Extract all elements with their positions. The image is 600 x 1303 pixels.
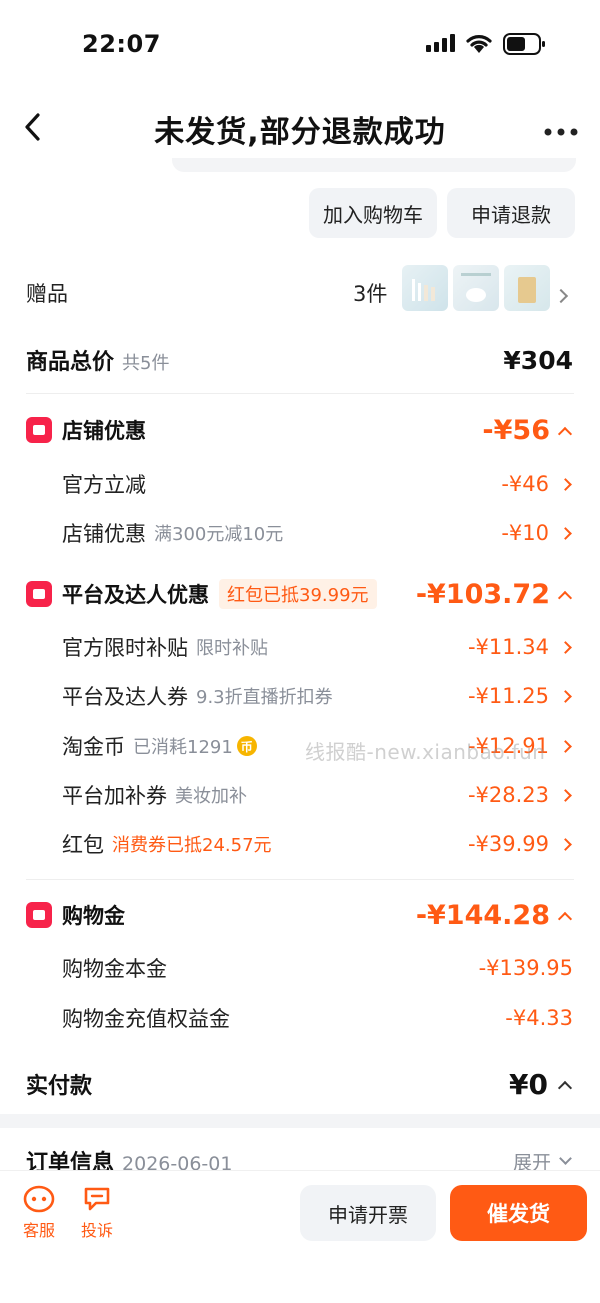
shop-discount-title: 店铺优惠 bbox=[62, 419, 146, 443]
item-amount: -¥46 bbox=[501, 472, 549, 496]
page-title: 未发货,部分退款成功 bbox=[154, 115, 446, 150]
item-label: 官方限时补贴 bbox=[62, 636, 188, 660]
item-label: 红包 bbox=[62, 833, 104, 857]
total-amount: ¥304 bbox=[503, 345, 573, 375]
bottom-bar: 客服 投诉 申请开票 催发货 bbox=[0, 1170, 600, 1303]
shopping-money-title: 购物金 bbox=[62, 904, 125, 928]
platform-icon bbox=[26, 581, 52, 607]
item-amount: -¥28.23 bbox=[467, 783, 549, 807]
chevron-right-icon bbox=[559, 689, 572, 703]
coin-icon: 币 bbox=[236, 736, 257, 756]
item-amount: -¥39.99 bbox=[467, 832, 549, 856]
shopping-money-amount: -¥144.28 bbox=[415, 899, 550, 931]
item-label: 购物金充值权益金 bbox=[62, 1007, 230, 1031]
shopping-money-header[interactable]: 购物金 -¥144.28 bbox=[0, 897, 600, 933]
platform-discount-header[interactable]: 平台及达人优惠 红包已抵39.99元 -¥103.72 bbox=[0, 576, 600, 612]
shop-icon bbox=[26, 417, 52, 443]
gift-image-2[interactable] bbox=[453, 265, 499, 311]
gift-chevron-icon[interactable] bbox=[553, 286, 569, 305]
total-label: 商品总价 bbox=[26, 350, 115, 375]
item-sub: 已消耗1291 bbox=[133, 737, 233, 758]
item-sub: 美妆加补 bbox=[175, 786, 247, 807]
item-amount: -¥139.95 bbox=[478, 956, 573, 980]
item-label: 平台及达人券 bbox=[62, 685, 188, 709]
item-amount: -¥4.33 bbox=[505, 1006, 573, 1030]
shopping-bag-icon bbox=[26, 902, 52, 928]
apply-refund-button[interactable]: 申请退款 bbox=[447, 188, 575, 238]
collapse-icon[interactable] bbox=[557, 426, 573, 442]
wifi-icon bbox=[465, 32, 493, 58]
signal-icon bbox=[426, 34, 456, 52]
paid-row[interactable]: 实付款 ¥0 bbox=[0, 1064, 600, 1104]
item-amount: -¥10 bbox=[501, 521, 549, 545]
service-icon bbox=[22, 1183, 56, 1213]
discount-row[interactable]: 平台及达人券 9.3折直播折扣券 -¥11.25 bbox=[0, 681, 600, 711]
discount-row[interactable]: 官方立减 -¥46 bbox=[0, 469, 600, 499]
battery-icon bbox=[503, 33, 545, 59]
item-sub: 消费券已抵24.57元 bbox=[112, 835, 272, 856]
money-row: 购物金本金 -¥139.95 bbox=[0, 953, 600, 983]
shop-discount-amount: -¥56 bbox=[482, 414, 550, 446]
more-icon[interactable] bbox=[544, 122, 578, 141]
collapse-icon[interactable] bbox=[557, 590, 573, 606]
apply-invoice-button[interactable]: 申请开票 bbox=[300, 1185, 436, 1241]
chevron-right-icon bbox=[559, 477, 572, 491]
item-label: 店铺优惠 bbox=[62, 522, 146, 546]
item-amount: -¥11.34 bbox=[467, 635, 549, 659]
item-label: 平台加补券 bbox=[62, 784, 167, 808]
platform-discount-title: 平台及达人优惠 bbox=[62, 583, 209, 607]
gift-label: 赠品 bbox=[26, 282, 68, 306]
card-edge bbox=[172, 158, 576, 172]
gift-image-1[interactable] bbox=[402, 265, 448, 311]
watermark: 线报酷-new.xianbao.fun bbox=[305, 740, 546, 764]
chevron-down-icon[interactable] bbox=[559, 1151, 572, 1165]
red-packet-tag: 红包已抵39.99元 bbox=[219, 579, 377, 609]
divider bbox=[26, 393, 574, 394]
divider bbox=[26, 879, 574, 880]
item-sub: 9.3折直播折扣券 bbox=[196, 687, 333, 708]
discount-row[interactable]: 官方限时补贴 限时补贴 -¥11.34 bbox=[0, 632, 600, 662]
add-to-cart-button[interactable]: 加入购物车 bbox=[309, 188, 437, 238]
chevron-right-icon bbox=[559, 837, 572, 851]
item-amount: -¥11.25 bbox=[467, 684, 549, 708]
chevron-right-icon bbox=[559, 640, 572, 654]
chevron-right-icon bbox=[559, 526, 572, 540]
item-label: 购物金本金 bbox=[62, 957, 167, 981]
chevron-right-icon bbox=[559, 788, 572, 802]
collapse-icon[interactable] bbox=[557, 1080, 573, 1096]
section-gap bbox=[0, 1114, 600, 1128]
status-bar: 22:07 bbox=[0, 0, 600, 90]
platform-discount-amount: -¥103.72 bbox=[415, 578, 550, 610]
service-label: 客服 bbox=[22, 1221, 55, 1240]
item-sub: 满300元减10元 bbox=[154, 524, 284, 545]
paid-amount: ¥0 bbox=[509, 1067, 548, 1101]
urge-shipping-button[interactable]: 催发货 bbox=[450, 1185, 587, 1241]
total-sub: 共5件 bbox=[122, 353, 170, 374]
gift-count: 3件 bbox=[353, 282, 388, 306]
item-label: 淘金币 bbox=[62, 735, 125, 759]
discount-row[interactable]: 店铺优惠 满300元减10元 -¥10 bbox=[0, 518, 600, 548]
discount-row[interactable]: 平台加补券 美妆加补 -¥28.23 bbox=[0, 780, 600, 810]
complain-icon bbox=[82, 1183, 112, 1213]
gift-image-3[interactable] bbox=[504, 265, 550, 311]
shop-discount-header[interactable]: 店铺优惠 -¥56 bbox=[0, 412, 600, 448]
item-label: 官方立减 bbox=[62, 473, 146, 497]
customer-service-button[interactable]: 客服 bbox=[18, 1183, 60, 1243]
paid-label: 实付款 bbox=[26, 1074, 93, 1099]
status-time: 22:07 bbox=[82, 30, 161, 58]
collapse-icon[interactable] bbox=[557, 911, 573, 927]
discount-row[interactable]: 红包 消费券已抵24.57元 -¥39.99 bbox=[0, 829, 600, 859]
item-sub: 限时补贴 bbox=[196, 638, 268, 659]
total-row: 商品总价 共5件 ¥304 bbox=[0, 343, 600, 377]
chevron-right-icon bbox=[559, 739, 572, 753]
money-row: 购物金充值权益金 -¥4.33 bbox=[0, 1003, 600, 1033]
complain-button[interactable]: 投诉 bbox=[76, 1183, 118, 1243]
complain-label: 投诉 bbox=[80, 1221, 113, 1240]
